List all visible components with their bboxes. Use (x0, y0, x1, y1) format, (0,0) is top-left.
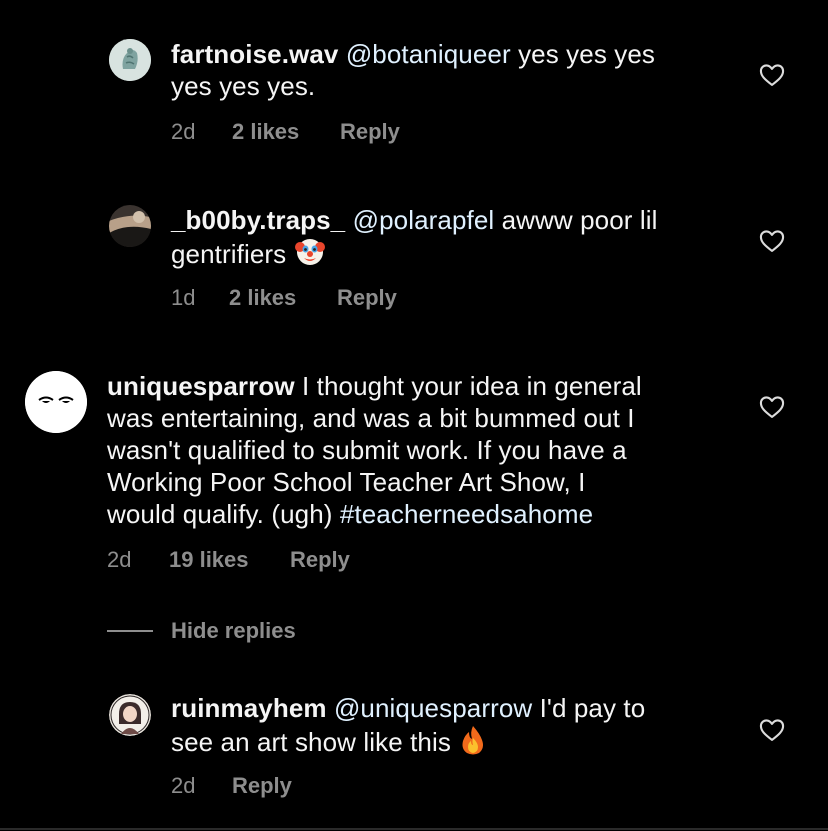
comment-text: I'd pay to (532, 693, 646, 723)
mention-link[interactable]: @botaniqueer (346, 39, 511, 69)
reply-button[interactable]: Reply (290, 547, 350, 573)
clown-emoji (294, 239, 325, 265)
comment-text: I thought your idea in general (294, 371, 642, 401)
heart-icon[interactable] (758, 61, 786, 89)
avatar[interactable] (109, 39, 151, 81)
heart-icon[interactable] (758, 393, 786, 421)
comment-text: wasn't qualified to submit work. If you … (107, 435, 627, 465)
comment-text: awww poor lil (494, 205, 658, 235)
timestamp: 2d (171, 773, 196, 798)
timestamp: 2d (171, 119, 196, 144)
mention-link[interactable]: @uniquesparrow (334, 693, 532, 723)
hashtag-link[interactable]: #teacherneedsahome (340, 499, 593, 529)
comment-text: yes yes yes. (171, 71, 316, 101)
username[interactable]: fartnoise.wav (171, 39, 338, 69)
comment-text: gentrifiers (171, 239, 287, 269)
avatar[interactable] (109, 205, 151, 247)
divider-line (107, 630, 153, 632)
username[interactable]: uniquesparrow (107, 371, 295, 401)
avatar[interactable] (25, 371, 87, 433)
reply-button[interactable]: Reply (340, 119, 400, 145)
likes-count[interactable]: 2 likes (232, 119, 340, 145)
heart-icon[interactable] (758, 716, 786, 744)
fire-emoji (462, 726, 484, 755)
mention-link[interactable]: @polarapfel (353, 205, 495, 235)
hide-replies-label[interactable]: Hide replies (171, 618, 296, 644)
heart-icon[interactable] (758, 227, 786, 255)
comment-text: see an art show like this (171, 727, 451, 757)
username[interactable]: _b00by.traps_ (171, 205, 345, 235)
bottom-divider (0, 828, 828, 830)
likes-count[interactable]: 2 likes (229, 285, 337, 311)
reply-button[interactable]: Reply (232, 773, 292, 799)
comment-text: was entertaining, and was a bit bummed o… (107, 403, 635, 433)
timestamp: 2d (107, 547, 132, 572)
comment-text: yes yes yes (510, 39, 656, 69)
timestamp: 1d (171, 285, 196, 310)
hide-replies-toggle[interactable]: Hide replies (107, 618, 296, 644)
avatar[interactable] (109, 694, 151, 736)
comment-text: would qualify. (ugh) (107, 499, 340, 529)
likes-count[interactable]: 19 likes (169, 547, 290, 573)
comment-text: Working Poor School Teacher Art Show, I (107, 467, 586, 497)
username[interactable]: ruinmayhem (171, 693, 327, 723)
reply-button[interactable]: Reply (337, 285, 397, 311)
